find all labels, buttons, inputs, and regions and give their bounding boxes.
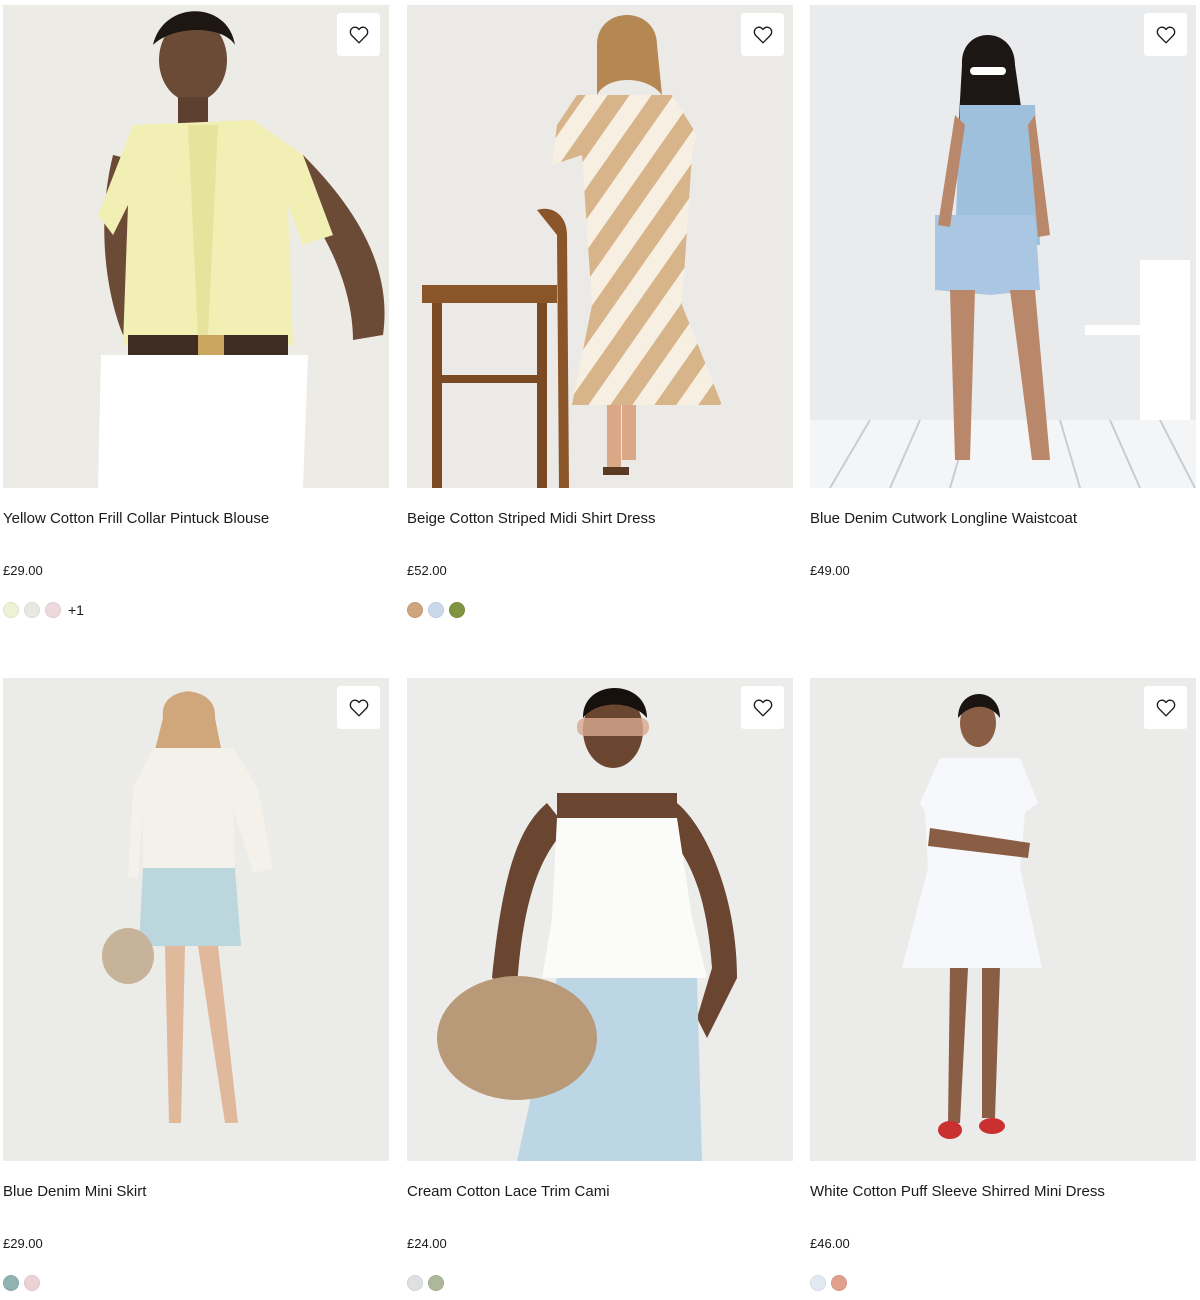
- product-photo-striped-dress: [407, 5, 793, 488]
- product-image[interactable]: [810, 5, 1196, 488]
- heart-outline-icon: [753, 26, 772, 43]
- colour-swatch[interactable]: [810, 1275, 826, 1291]
- product-photo-white-mini-dress: [810, 678, 1196, 1161]
- product-price: £52.00: [407, 563, 447, 578]
- colour-swatch[interactable]: [24, 1275, 40, 1291]
- product-title[interactable]: Cream Cotton Lace Trim Cami: [407, 1182, 793, 1202]
- colour-swatch[interactable]: [407, 602, 423, 618]
- colour-swatch[interactable]: [428, 1275, 444, 1291]
- product-price: £24.00: [407, 1236, 447, 1251]
- product-image[interactable]: [810, 678, 1196, 1161]
- colour-swatch[interactable]: [3, 1275, 19, 1291]
- product-price: £49.00: [810, 563, 850, 578]
- heart-outline-icon: [349, 26, 368, 43]
- heart-outline-icon: [753, 699, 772, 716]
- product-title[interactable]: Beige Cotton Striped Midi Shirt Dress: [407, 509, 793, 529]
- more-colours-count[interactable]: +1: [68, 602, 84, 618]
- product-image[interactable]: [3, 678, 389, 1161]
- product-image[interactable]: [407, 678, 793, 1161]
- colour-swatch[interactable]: [24, 602, 40, 618]
- colour-swatch[interactable]: [407, 1275, 423, 1291]
- product-card[interactable]: Yellow Cotton Frill Collar Pintuck Blous…: [3, 5, 389, 619]
- colour-swatch[interactable]: [45, 602, 61, 618]
- product-price: £46.00: [810, 1236, 850, 1251]
- product-title[interactable]: Blue Denim Cutwork Longline Waistcoat: [810, 509, 1196, 529]
- product-card[interactable]: White Cotton Puff Sleeve Shirred Mini Dr…: [810, 678, 1196, 1292]
- heart-outline-icon: [349, 699, 368, 716]
- colour-swatches: [407, 1274, 793, 1292]
- product-photo-lace-cami: [407, 678, 793, 1161]
- product-card[interactable]: Cream Cotton Lace Trim Cami £24.00: [407, 678, 793, 1292]
- wishlist-button[interactable]: [1144, 686, 1187, 729]
- wishlist-button[interactable]: [337, 13, 380, 56]
- colour-swatch[interactable]: [3, 602, 19, 618]
- colour-swatch[interactable]: [831, 1275, 847, 1291]
- product-price: £29.00: [3, 563, 43, 578]
- heart-outline-icon: [1156, 26, 1175, 43]
- wishlist-button[interactable]: [1144, 13, 1187, 56]
- product-image[interactable]: [3, 5, 389, 488]
- colour-swatch[interactable]: [449, 602, 465, 618]
- heart-outline-icon: [1156, 699, 1175, 716]
- product-title[interactable]: Yellow Cotton Frill Collar Pintuck Blous…: [3, 509, 389, 529]
- colour-swatches: [3, 1274, 389, 1292]
- colour-swatches: +1: [3, 601, 389, 619]
- colour-swatches: [407, 601, 793, 619]
- product-grid: Yellow Cotton Frill Collar Pintuck Blous…: [0, 0, 1200, 1300]
- product-card[interactable]: Blue Denim Cutwork Longline Waistcoat £4…: [810, 5, 1196, 579]
- product-card[interactable]: Blue Denim Mini Skirt £29.00: [3, 678, 389, 1292]
- product-title[interactable]: Blue Denim Mini Skirt: [3, 1182, 389, 1202]
- wishlist-button[interactable]: [337, 686, 380, 729]
- product-photo-denim-waistcoat: [810, 5, 1196, 488]
- product-photo-yellow-blouse: [3, 5, 389, 488]
- colour-swatches: [810, 1274, 1196, 1292]
- product-price: £29.00: [3, 1236, 43, 1251]
- colour-swatch[interactable]: [428, 602, 444, 618]
- product-title[interactable]: White Cotton Puff Sleeve Shirred Mini Dr…: [810, 1182, 1196, 1202]
- product-photo-denim-mini-skirt: [3, 678, 389, 1161]
- product-card[interactable]: Beige Cotton Striped Midi Shirt Dress £5…: [407, 5, 793, 619]
- wishlist-button[interactable]: [741, 13, 784, 56]
- product-image[interactable]: [407, 5, 793, 488]
- wishlist-button[interactable]: [741, 686, 784, 729]
